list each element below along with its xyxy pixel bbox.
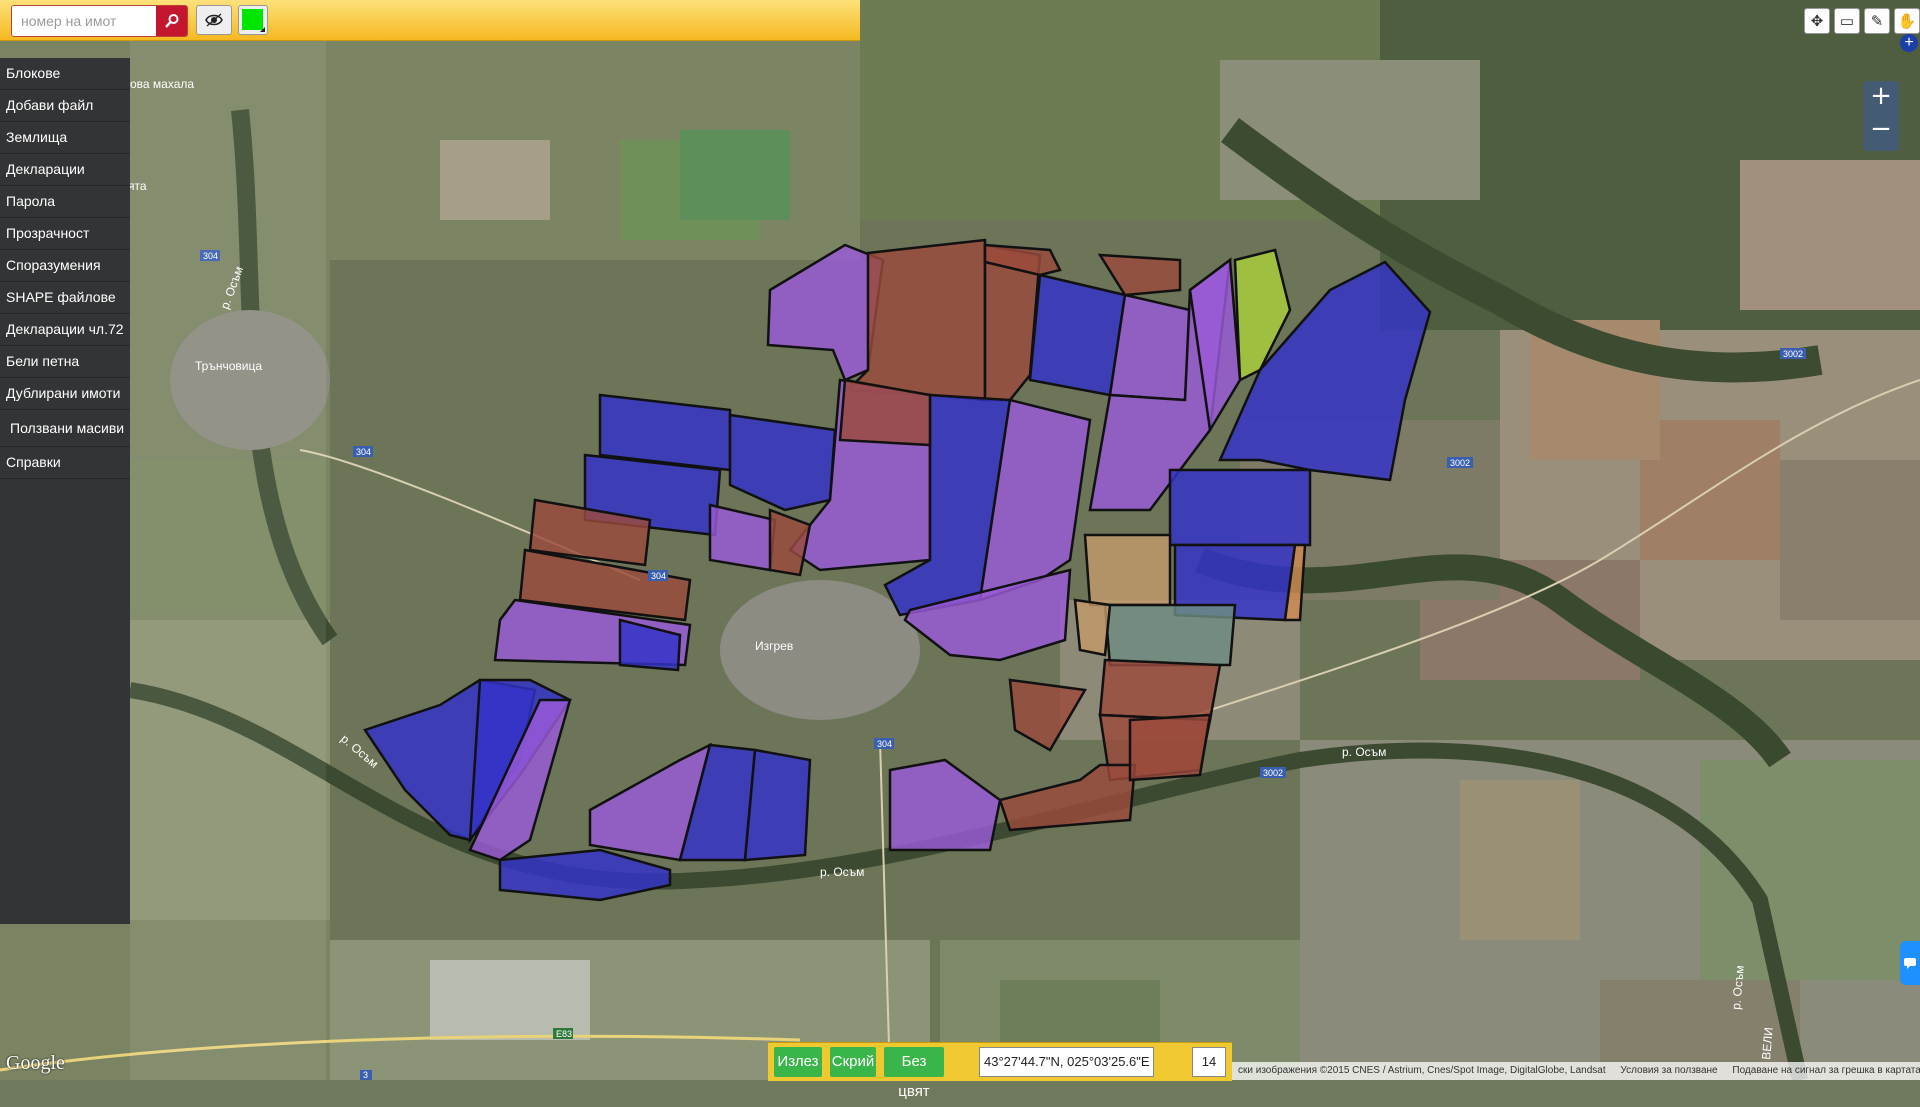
report-error-link[interactable]: Подаване на сигнал за грешка в картата — [1732, 1065, 1920, 1076]
pan-tool-button[interactable]: ✥ — [1804, 8, 1830, 34]
search-box — [11, 5, 188, 37]
sidebar-item-used-arrays[interactable]: Ползвани масиви — [0, 410, 130, 447]
bottom-toolbar: Излез Скрий Без цвят 43°27'44.7"N, 025°0… — [768, 1042, 1232, 1100]
hand-icon: ✋ — [1897, 13, 1917, 30]
sidebar-item-declarations[interactable]: Декларации — [0, 154, 130, 186]
hand-tool-button[interactable]: ✋ — [1894, 8, 1920, 34]
color-picker-button[interactable] — [238, 5, 268, 35]
sidebar-item-add-file[interactable]: Добави файл — [0, 90, 130, 122]
road-label-veli: ВЕЛИ — [1759, 1027, 1776, 1061]
plus-icon: + — [1904, 34, 1914, 51]
dropdown-corner-icon — [260, 27, 265, 32]
zoom-level-field[interactable]: 14 — [1192, 1047, 1226, 1077]
visibility-toggle-button[interactable] — [196, 5, 232, 35]
plus-icon: + — [1870, 81, 1892, 111]
zoom-in-button[interactable]: + — [1863, 81, 1899, 114]
terms-link[interactable]: Условия за ползване — [1620, 1065, 1717, 1076]
imagery-credits: ски изображения ©2015 CNES / Astrium, Cn… — [1238, 1065, 1606, 1076]
top-toolbar — [0, 0, 860, 41]
sidebar-item-agreements[interactable]: Споразумения — [0, 250, 130, 282]
svg-text:3002: 3002 — [1783, 349, 1803, 359]
no-color-button[interactable]: Без цвят — [884, 1047, 944, 1100]
sidebar-item-lands[interactable]: Землища — [0, 122, 130, 154]
exit-button[interactable]: Излез — [774, 1047, 822, 1077]
village-label-izgrev: Изгрев — [755, 639, 793, 653]
coordinates-field[interactable]: 43°27'44.7"N, 025°03'25.6"E — [979, 1047, 1154, 1077]
eye-icon — [205, 13, 223, 27]
sidebar-item-shape-files[interactable]: SHAPE файлове — [0, 282, 130, 314]
sidebar-item-transparency[interactable]: Прозрачност — [0, 218, 130, 250]
svg-text:E83: E83 — [556, 1029, 572, 1039]
svg-text:304: 304 — [877, 739, 892, 749]
sidebar-item-declarations-72[interactable]: Декларации чл.72 — [0, 314, 130, 346]
search-icon — [164, 14, 178, 28]
hide-button[interactable]: Скрий — [830, 1047, 876, 1077]
svg-text:304: 304 — [651, 571, 666, 581]
zoom-out-button[interactable]: − — [1863, 114, 1899, 147]
search-button[interactable] — [156, 6, 187, 36]
svg-text:3002: 3002 — [1263, 768, 1283, 778]
sidebar-menu: Блокове Добави файл Землища Декларации П… — [0, 58, 130, 924]
svg-text:3: 3 — [363, 1070, 368, 1080]
minus-icon: − — [1870, 114, 1892, 144]
zoom-control: + − — [1863, 81, 1899, 151]
satellite-map[interactable]: Изгрев Трънчовица ова махала ята р. Осъм… — [0, 0, 1920, 1080]
svg-text:3002: 3002 — [1450, 458, 1470, 468]
sidebar-item-reports[interactable]: Справки — [0, 447, 130, 479]
sidebar-item-blocks[interactable]: Блокове — [0, 58, 130, 90]
river-label: р. Осъм — [1342, 745, 1386, 759]
google-logo: Google — [6, 1052, 65, 1074]
chat-icon — [1904, 958, 1916, 969]
village-area — [720, 580, 920, 720]
pencil-icon: ✎ — [1870, 13, 1884, 30]
draw-tool-button[interactable]: ✎ — [1864, 8, 1890, 34]
chat-widget-button[interactable] — [1900, 941, 1920, 985]
search-input[interactable] — [12, 6, 156, 36]
sidebar-item-duplicate-properties[interactable]: Дублирани имоти — [0, 378, 130, 410]
ruler-icon: ▭ — [1839, 13, 1855, 30]
map-tools: ✥ ▭ ✎ ✋ — [1800, 8, 1920, 34]
sidebar-item-password[interactable]: Парола — [0, 186, 130, 218]
measure-area-tool-button[interactable]: ▭ — [1834, 8, 1860, 34]
add-layer-button[interactable]: + — [1900, 34, 1918, 52]
svg-text:304: 304 — [356, 447, 371, 457]
sidebar-item-white-spots[interactable]: Бели петна — [0, 346, 130, 378]
move-icon: ✥ — [1810, 13, 1824, 30]
river-label: р. Осъм — [820, 865, 864, 879]
map-attribution: ски изображения ©2015 CNES / Astrium, Cn… — [1232, 1062, 1920, 1080]
